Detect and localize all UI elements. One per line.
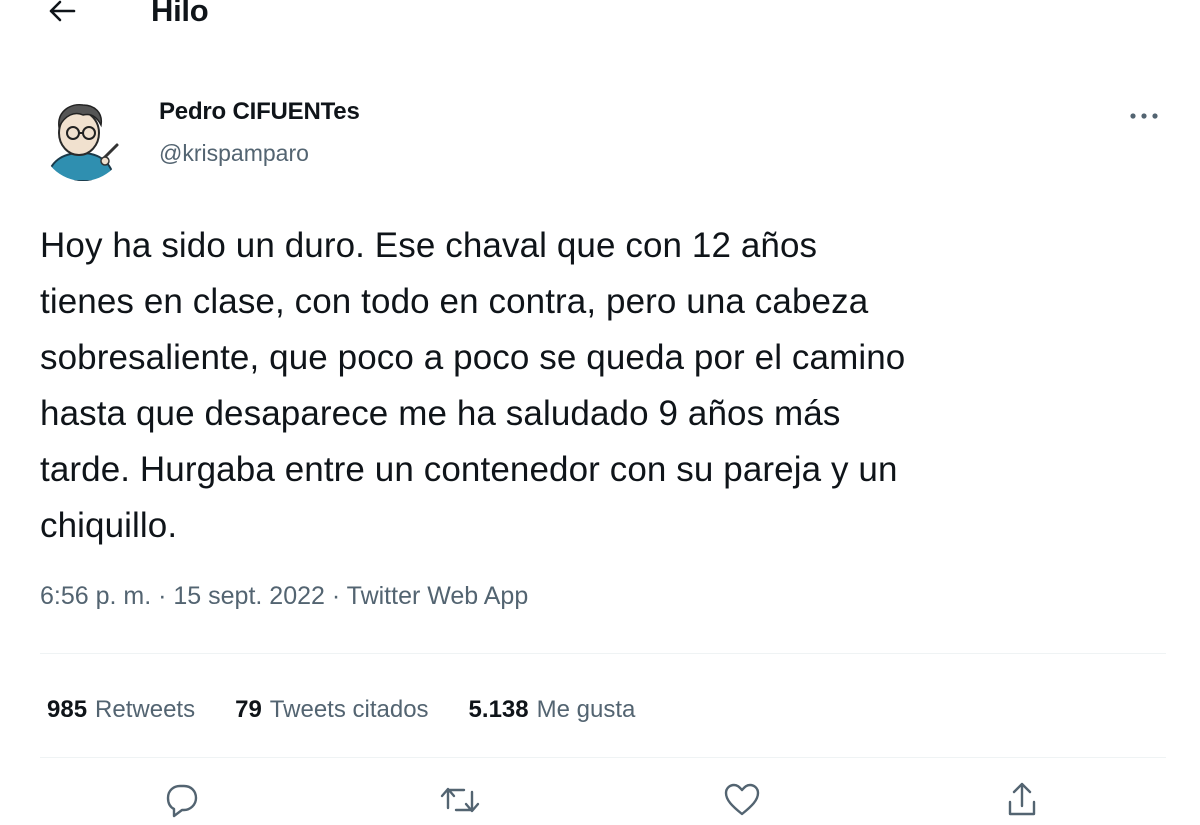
tweet-actions	[0, 780, 1200, 818]
back-button[interactable]	[40, 0, 84, 32]
tweet-text: Hoy ha sido un duro. Ese chaval que con …	[40, 226, 906, 545]
meta-separator: ·	[151, 582, 174, 610]
stat-count: 79	[235, 696, 262, 723]
retweet-button[interactable]	[430, 780, 490, 820]
quote-tweets-stat[interactable]: 79 Tweets citados	[235, 696, 428, 724]
share-button[interactable]	[992, 780, 1052, 820]
divider	[40, 757, 1166, 758]
author-display-name[interactable]: Pedro CIFUENTes	[159, 98, 360, 126]
stat-label: Me gusta	[536, 696, 636, 723]
like-icon	[722, 780, 762, 820]
divider	[40, 653, 1166, 654]
share-icon	[1002, 780, 1042, 820]
more-dots-icon	[1129, 107, 1159, 125]
avatar[interactable]	[41, 97, 125, 181]
tweet-time[interactable]: 6:56 p. m.	[40, 582, 151, 610]
stat-label: Tweets citados	[269, 696, 429, 723]
retweets-stat[interactable]: 985 Retweets	[47, 696, 195, 724]
page-title: Hilo	[151, 0, 209, 28]
thread-header: Hilo	[0, 0, 1200, 40]
tweet-date[interactable]: 15 sept. 2022	[173, 582, 325, 610]
reply-button[interactable]	[150, 780, 210, 820]
tweet-meta: 6:56 p. m. · 15 sept. 2022 · Twitter Web…	[40, 582, 528, 611]
retweet-icon	[438, 780, 482, 820]
meta-separator: ·	[324, 582, 347, 610]
like-button[interactable]	[712, 780, 772, 820]
reply-icon	[160, 780, 200, 820]
more-options-button[interactable]	[1122, 102, 1166, 130]
tweet-source[interactable]: Twitter Web App	[347, 582, 529, 610]
stat-label: Retweets	[95, 696, 196, 723]
likes-stat[interactable]: 5.138 Me gusta	[469, 696, 636, 724]
arrow-left-icon	[48, 0, 76, 28]
stat-count: 5.138	[468, 696, 529, 723]
tweet-stats: 985 Retweets 79 Tweets citados 5.138 Me …	[47, 690, 635, 730]
tweet-author: Pedro CIFUENTes @krispamparo	[0, 90, 1200, 190]
stat-count: 985	[47, 696, 88, 723]
author-handle[interactable]: @krispamparo	[159, 140, 309, 167]
